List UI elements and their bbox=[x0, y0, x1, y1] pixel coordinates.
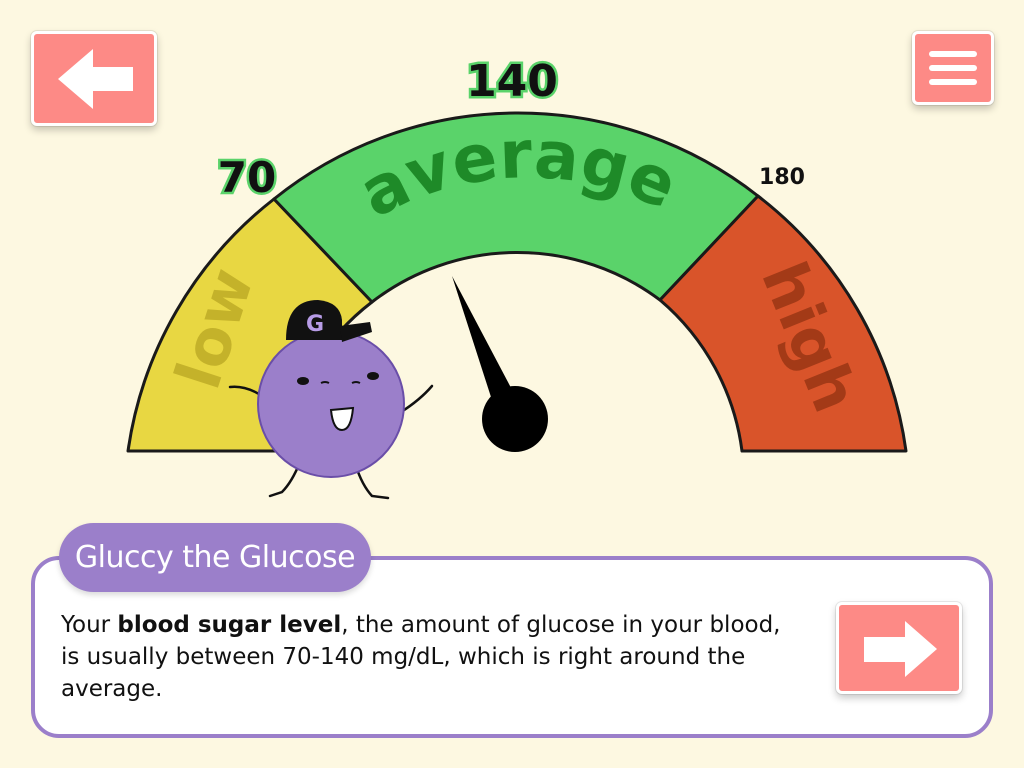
glucose-gauge: low average high 70 140 180 G bbox=[126, 54, 908, 500]
gauge-needle bbox=[452, 276, 548, 452]
cap-letter: G bbox=[306, 312, 324, 337]
speaker-name: Gluccy the Glucose bbox=[74, 540, 356, 575]
tick-label-180: 180 bbox=[759, 165, 805, 190]
speaker-name-tag: Gluccy the Glucose bbox=[59, 523, 371, 592]
dialog-text-intro: Your bbox=[61, 612, 118, 638]
next-button[interactable] bbox=[836, 602, 962, 694]
dialog-text-highlight: blood sugar level bbox=[117, 612, 342, 638]
dialog-text: Your blood sugar level, the amount of gl… bbox=[61, 609, 801, 705]
tick-label-70: 70 bbox=[218, 153, 276, 202]
tick-label-140: 140 bbox=[466, 56, 558, 107]
arrow-right-icon bbox=[864, 621, 937, 677]
